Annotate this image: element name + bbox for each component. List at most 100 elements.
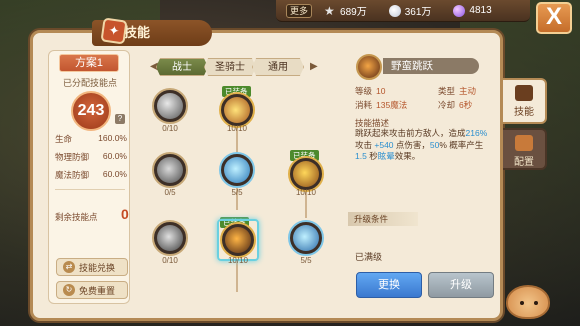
desc-text: % 概率产生 [439, 139, 484, 150]
exchange-icon: ⇄ [63, 261, 75, 273]
cooldown-value: 6秒 [459, 100, 473, 110]
skill-level-row: 等级 10 [355, 85, 385, 97]
cooldown-label: 冷却 [438, 100, 456, 110]
desc-highlight: 1.5 [355, 151, 367, 161]
type-label: 类型 [438, 86, 456, 96]
shell-resource: 361万 [388, 3, 432, 18]
skill-node-level: 0/10 [162, 124, 178, 133]
config-tab-icon [515, 135, 533, 151]
skill-node-level: 10/10 [227, 256, 249, 265]
cost-label: 消耗 [355, 100, 373, 110]
allocated-points-label: 已分配技能点 [62, 78, 117, 88]
skill-node-8[interactable] [288, 220, 324, 256]
skill-type-row: 类型 主动 [438, 85, 476, 97]
skill-node-6[interactable] [152, 220, 188, 256]
stat-magic-def: 魔法防御 60.0% [55, 169, 127, 181]
mascot-eye [520, 301, 524, 305]
skill-node-7[interactable] [220, 222, 256, 258]
skill-name: 野蛮跳跃 [383, 58, 479, 74]
remaining-points-value: 0 [121, 206, 129, 222]
desc-text: 点伤害， [393, 139, 430, 150]
plan-tag[interactable]: 方案1 [59, 54, 119, 72]
side-tab-config[interactable]: 配置 [503, 128, 547, 170]
tree-connector [236, 262, 238, 292]
type-value: 主动 [459, 86, 477, 96]
desc-text: 秒 [366, 151, 378, 161]
remaining-points-label: 剩余技能点 [55, 212, 98, 222]
class-tabs: 战士 圣骑士 通用 [156, 58, 304, 76]
upgrade-button[interactable]: 升级 [428, 272, 494, 298]
upgrade-conditions-label: 升级条件 [348, 212, 418, 226]
pet-mascot[interactable] [506, 285, 550, 319]
close-button[interactable]: X [536, 2, 572, 34]
skill-rage-icon [157, 225, 183, 251]
stat-value: 160.0% [98, 133, 127, 143]
mascot-eye [534, 301, 538, 305]
stat-label: 魔法防御 [55, 170, 90, 180]
skill-node-level: 0/10 [162, 256, 178, 265]
stat-label: 物理防御 [55, 152, 90, 162]
skill-exchange-button[interactable]: ⇄ 技能兑换 [56, 258, 128, 276]
shell-icon [388, 4, 401, 17]
skill-node-3[interactable] [152, 152, 188, 188]
skill-node-level: 0/5 [164, 188, 176, 197]
stat-phys-def: 物理防御 60.0% [55, 151, 127, 163]
desc-highlight: 50 [429, 139, 440, 150]
orb-value: 4813 [469, 5, 492, 16]
tab-general[interactable]: 通用 [252, 58, 304, 76]
help-icon[interactable]: ? [115, 114, 125, 124]
more-button[interactable]: 更多 [286, 3, 313, 18]
orb-icon [453, 4, 466, 17]
skill-description: 跳跃起来攻击前方敌人，造成216% 攻击 +540 点伤害，50% 概率产生 1… [355, 128, 493, 163]
stat-hp: 生命 160.0% [55, 133, 127, 145]
skill-node-1[interactable] [152, 88, 188, 124]
stat-value: 60.0% [102, 169, 127, 179]
tab-warrior[interactable]: 战士 [156, 58, 208, 76]
skill-exchange-label: 技能兑换 [79, 262, 116, 273]
desc-text: 效果。 [394, 151, 421, 161]
skill-guard-icon [293, 225, 319, 251]
free-reset-label: 免费重置 [79, 285, 116, 296]
skill-barbarian-leap-icon [225, 227, 251, 253]
desc-highlight: 眩晕 [377, 151, 395, 161]
skill-node-2[interactable] [219, 92, 255, 128]
level-value: 10 [376, 86, 386, 96]
skills-tab-icon [515, 85, 533, 101]
skill-node-level: 10/10 [226, 124, 248, 133]
skill-cost-row: 消耗 135魔法 [355, 99, 407, 111]
replace-button[interactable]: 更换 [356, 272, 422, 298]
side-tab-label: 配置 [514, 157, 534, 168]
desc-highlight: 216% [465, 128, 488, 138]
desc-text: 跳跃起来攻击前方敌人，造成 [355, 128, 466, 138]
skill-shield-icon [293, 161, 319, 187]
free-reset-button[interactable]: ↻ 免费重置 [56, 281, 128, 299]
desc-text: 攻击 [355, 139, 375, 150]
shell-value: 361万 [404, 7, 432, 18]
tab-paladin[interactable]: 圣骑士 [204, 58, 256, 76]
skill-node-5[interactable] [288, 156, 324, 192]
skill-cooldown-row: 冷却 6秒 [438, 99, 472, 111]
reset-icon: ↻ [63, 284, 75, 296]
side-tab-skills[interactable]: 技能 [503, 78, 547, 124]
star-value: 689万 [340, 7, 367, 18]
star-resource: ★ 689万 [324, 3, 367, 19]
star-icon: ★ [324, 3, 335, 18]
stat-value: 60.0% [102, 151, 127, 161]
maxed-status: 已满级 [355, 252, 383, 262]
tab-right-arrow-icon: ▶ [310, 61, 318, 72]
skill-strike-icon [157, 157, 183, 183]
selected-skill-icon [356, 54, 382, 80]
desc-highlight: +540 [374, 139, 394, 150]
skill-whirlwind-icon [224, 97, 250, 123]
skill-wings-icon [224, 157, 250, 183]
skill-slash-icon [157, 93, 183, 119]
side-tab-label: 技能 [514, 107, 534, 118]
skill-node-4[interactable] [219, 152, 255, 188]
orb-resource: 4813 [453, 4, 492, 17]
cost-value: 135魔法 [376, 100, 408, 110]
skill-node-level: 10/10 [295, 188, 317, 197]
stat-label: 生命 [55, 134, 73, 144]
divider [55, 189, 125, 190]
skill-book-icon: ✦ [100, 17, 128, 45]
skill-node-level: 5/5 [231, 188, 243, 197]
